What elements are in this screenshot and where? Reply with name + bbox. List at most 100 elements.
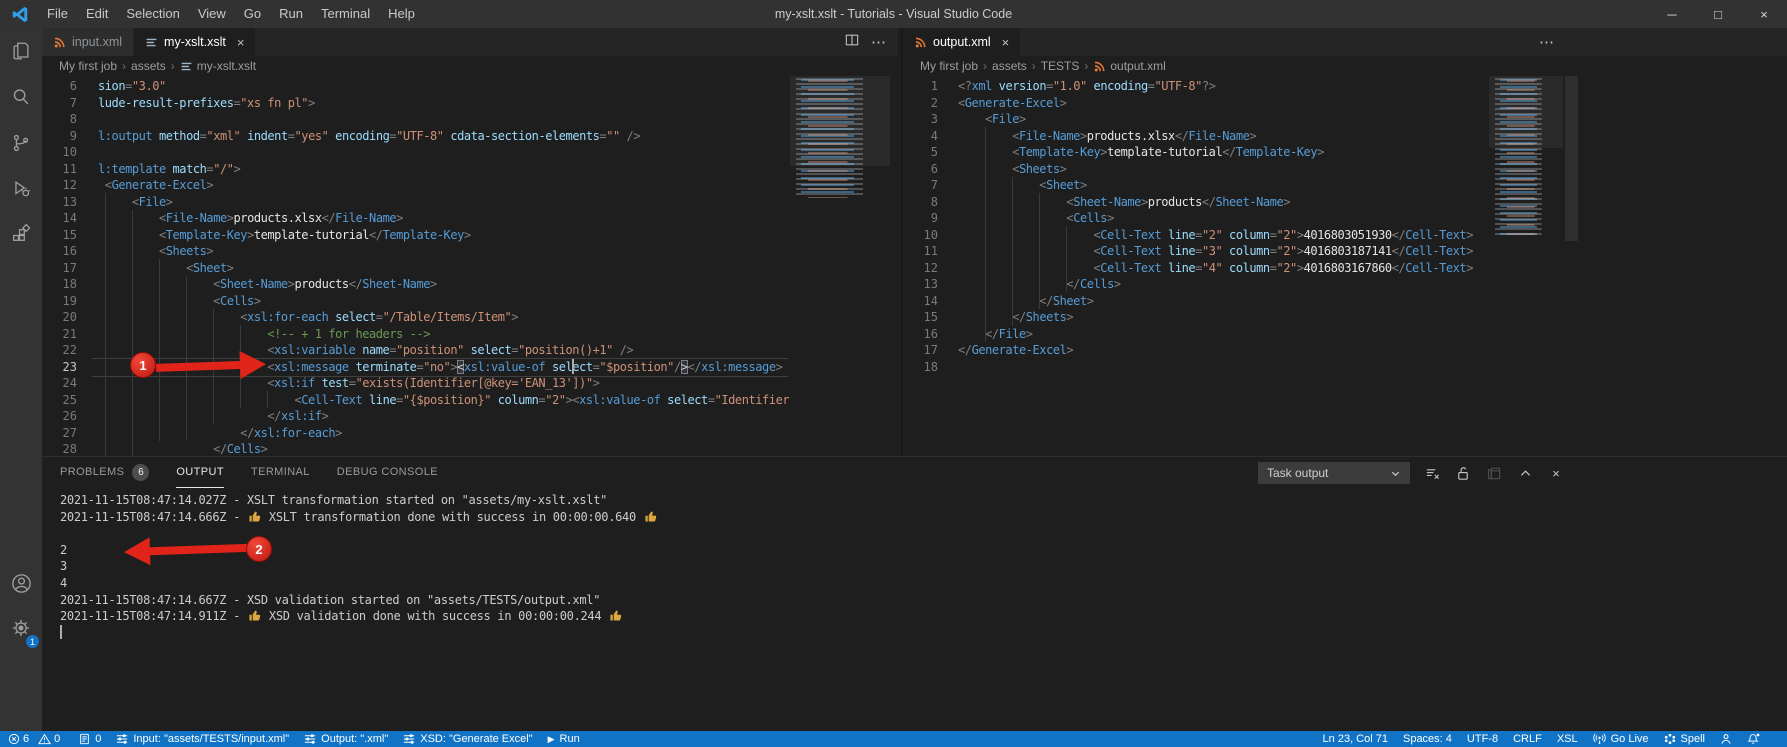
tab-my-xslt-xslt[interactable]: my-xslt.xslt × [134,28,257,56]
breadcrumb-item-my-first-job[interactable]: My first job [59,59,117,73]
status-language-mode[interactable]: XSL [1557,733,1578,745]
code-line-2[interactable]: 2 <Generate-Excel> [903,95,1787,112]
close-icon[interactable]: × [1002,35,1010,50]
code-line-9[interactable]: 9 l:output method="xml" indent="yes" enco… [42,128,898,145]
breadcrumb-item-my-first-job[interactable]: My first job [920,59,978,73]
close-icon[interactable]: × [237,35,245,50]
status-problems[interactable]: 60 [8,733,64,745]
status-go-live[interactable]: Go Live [1592,733,1649,745]
code-line-15[interactable]: 15 <Template-Key>template-tutorial</Temp… [42,227,898,244]
menu-run[interactable]: Run [270,0,312,28]
code-line-18[interactable]: 18 <Sheet-Name>products</Sheet-Name> [42,276,898,293]
status-notifications[interactable] [1747,733,1760,745]
breadcrumb-item-tests[interactable]: TESTS [1041,59,1080,73]
status-encoding[interactable]: UTF-8 [1467,733,1498,745]
code-line-13[interactable]: 13 <File> [42,194,898,211]
menu-selection[interactable]: Selection [117,0,188,28]
status-eol[interactable]: CRLF [1513,733,1542,745]
output-log[interactable]: 2021-11-15T08:47:14.027Z - XSLT transfor… [60,492,1777,641]
breadcrumb-item-my-xslt-xslt[interactable]: my-xslt.xslt [180,59,256,73]
code-line-12[interactable]: 12 <Cell-Text line="4" column="2">401680… [903,260,1787,277]
code-line-7[interactable]: 7 lude-result-prefixes="xs fn pl"> [42,95,898,112]
close-panel-icon[interactable]: × [1547,464,1565,482]
clear-output-icon[interactable] [1423,464,1441,482]
breadcrumb-item-assets[interactable]: assets [992,59,1027,73]
code-line-26[interactable]: 26 </xsl:if> [42,408,898,425]
code-line-21[interactable]: 21 <!-- + 1 for headers --> [42,326,898,343]
status-xslt-input[interactable]: Input: "assets/TESTS/input.xml" [116,733,289,745]
activity-accounts[interactable] [0,560,42,606]
code-line-19[interactable]: 19 <Cells> [42,293,898,310]
close-window-button[interactable]: × [1741,0,1787,28]
code-editor-left[interactable]: 6 sion="3.0" 7 lude-result-prefixes="xs fn … [42,76,898,456]
menu-view[interactable]: View [189,0,235,28]
code-line-14[interactable]: 14 </Sheet> [903,293,1787,310]
maximize-panel-icon[interactable] [1516,464,1534,482]
split-editor-icon[interactable] [845,33,859,51]
activity-settings[interactable]: 1 [0,605,42,651]
code-line-6[interactable]: 6 <Sheets> [903,161,1787,178]
status-cursor-position[interactable]: Ln 23, Col 71 [1323,733,1388,745]
code-line-14[interactable]: 14 <File-Name>products.xlsx</File-Name> [42,210,898,227]
code-line-10[interactable]: 10 <Cell-Text line="2" column="2">401680… [903,227,1787,244]
status-feedback[interactable] [1720,733,1732,745]
panel-tab-debug-console[interactable]: DEBUG CONSOLE [337,457,438,488]
panel-tab-output[interactable]: OUTPUT [176,457,224,488]
code-line-3[interactable]: 3 <File> [903,111,1787,128]
code-line-25[interactable]: 25 <Cell-Text line="{$position}" column=… [42,392,898,409]
unlock-icon[interactable] [1454,464,1472,482]
maximize-window-button[interactable]: □ [1695,0,1741,28]
menu-file[interactable]: File [38,0,77,28]
status-run[interactable]: ▶ Run [548,733,580,745]
code-line-16[interactable]: 16 <Sheets> [42,243,898,260]
activity-extensions[interactable] [0,212,42,258]
code-line-4[interactable]: 4 <File-Name>products.xlsx</File-Name> [903,128,1787,145]
activity-explorer[interactable] [0,28,42,74]
code-line-6[interactable]: 6 sion="3.0" [42,78,898,95]
status-xslt-xsd[interactable]: XSD: "Generate Excel" [403,733,533,745]
minimize-window-button[interactable]: ─ [1649,0,1695,28]
code-line-28[interactable]: 28 </Cells> [42,441,898,456]
code-line-13[interactable]: 13 </Cells> [903,276,1787,293]
code-line-17[interactable]: 17 <Sheet> [42,260,898,277]
code-line-9[interactable]: 9 <Cells> [903,210,1787,227]
menu-go[interactable]: Go [235,0,270,28]
code-line-10[interactable]: 10 [42,144,898,161]
panel-tab-terminal[interactable]: TERMINAL [251,457,310,488]
more-actions-icon[interactable]: ⋯ [1539,33,1554,51]
code-line-27[interactable]: 27 </xsl:for-each> [42,425,898,442]
breadcrumb-item-assets[interactable]: assets [131,59,166,73]
tab-output-xml[interactable]: output.xml × [903,28,1022,56]
output-channel-select[interactable]: Task output [1258,462,1410,484]
code-line-12[interactable]: 12 <Generate-Excel> [42,177,898,194]
menu-terminal[interactable]: Terminal [312,0,379,28]
tab-input-xml[interactable]: input.xml [42,28,135,56]
code-line-5[interactable]: 5 <Template-Key>template-tutorial</Templ… [903,144,1787,161]
breadcrumb-item-output-xml[interactable]: output.xml [1093,59,1166,73]
code-line-20[interactable]: 20 <xsl:for-each select="/Table/Items/It… [42,309,898,326]
status-list-count[interactable]: 0 [79,733,101,745]
menu-help[interactable]: Help [379,0,424,28]
activity-search[interactable] [0,74,42,120]
code-line-8[interactable]: 8 <Sheet-Name>products</Sheet-Name> [903,194,1787,211]
pin-output-icon[interactable] [1485,464,1503,482]
minimap-left[interactable] [790,76,890,456]
code-line-15[interactable]: 15 </Sheets> [903,309,1787,326]
code-line-17[interactable]: 17 </Generate-Excel> [903,342,1787,359]
more-actions-icon[interactable]: ⋯ [871,33,886,51]
code-line-11[interactable]: 11 l:template match="/"> [42,161,898,178]
code-line-11[interactable]: 11 <Cell-Text line="3" column="2">401680… [903,243,1787,260]
code-line-16[interactable]: 16 </File> [903,326,1787,343]
status-xslt-output[interactable]: Output: ".xml" [304,733,388,745]
activity-run-and-debug[interactable] [0,166,42,212]
code-line-18[interactable]: 18 [903,359,1787,376]
code-line-8[interactable]: 8 [42,111,898,128]
activity-source-control[interactable] [0,120,42,166]
code-editor-right[interactable]: 1 <?xml version="1.0" encoding="UTF-8"?> 2… [903,76,1787,456]
panel-tab-problems[interactable]: PROBLEMS 6 [60,457,150,488]
menu-edit[interactable]: Edit [77,0,117,28]
code-line-1[interactable]: 1 <?xml version="1.0" encoding="UTF-8"?> [903,78,1787,95]
status-indentation[interactable]: Spaces: 4 [1403,733,1452,745]
code-line-7[interactable]: 7 <Sheet> [903,177,1787,194]
status-spell[interactable]: Spell [1664,733,1705,745]
